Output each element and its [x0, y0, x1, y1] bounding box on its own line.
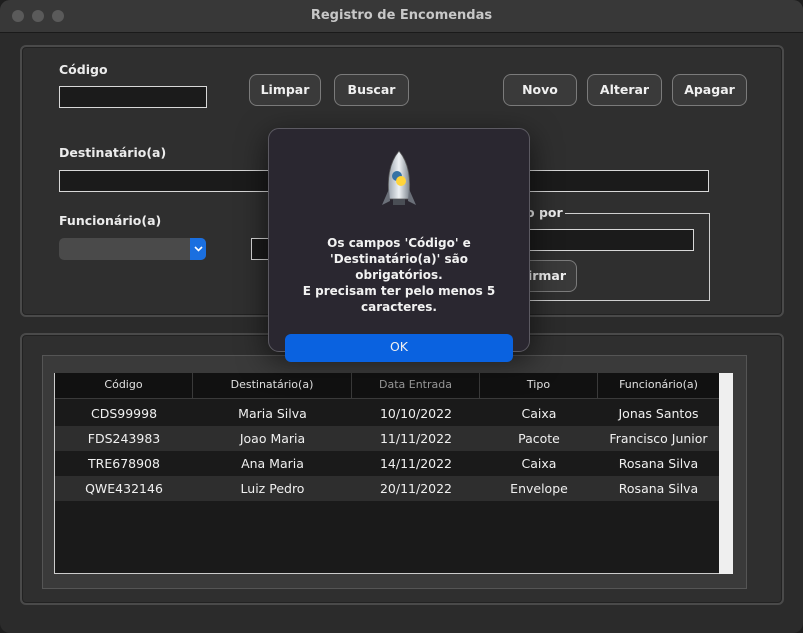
cell-funcionario: Jonas Santos — [618, 406, 699, 421]
alert-dialog: Os campos 'Código' e 'Destinatário(a)' s… — [268, 128, 530, 362]
table-row[interactable]: CDS99998 Maria Silva 10/10/2022 Caixa Jo… — [55, 401, 719, 426]
cell-destinatario: Luiz Pedro — [240, 481, 305, 496]
column-header-tipo[interactable]: Tipo — [480, 373, 598, 398]
cell-funcionario: Rosana Silva — [618, 481, 699, 496]
codigo-input[interactable] — [59, 86, 207, 108]
cell-destinatario: Ana Maria — [241, 456, 304, 471]
cell-destinatario: Maria Silva — [238, 406, 307, 421]
cell-codigo: FDS243983 — [87, 431, 161, 446]
cell-tipo: Pacote — [518, 431, 560, 446]
cell-data-entrada: 14/11/2022 — [379, 456, 453, 471]
buscar-button[interactable]: Buscar — [334, 74, 409, 106]
table-row[interactable]: QWE432146 Luiz Pedro 20/11/2022 Envelope… — [55, 476, 719, 501]
funcionario-select[interactable] — [59, 238, 206, 260]
limpar-button[interactable]: Limpar — [249, 74, 321, 106]
cell-codigo: CDS99998 — [90, 406, 158, 421]
cell-destinatario: Joao Maria — [239, 431, 306, 446]
dialog-message: Os campos 'Código' e 'Destinatário(a)' s… — [302, 236, 496, 314]
column-header-funcionario[interactable]: Funcionário(a) — [598, 373, 719, 398]
cell-data-entrada: 10/10/2022 — [379, 406, 453, 421]
destinatario-label: Destinatário(a) — [59, 145, 167, 160]
table-row[interactable]: TRE678908 Ana Maria 14/11/2022 Caixa Ros… — [55, 451, 719, 476]
app-window: Registro de Encomendas Código Limpar Bus… — [0, 0, 803, 633]
column-header-destinatario[interactable]: Destinatário(a) — [193, 373, 352, 398]
table-header: Código Destinatário(a) Data Entrada Tipo… — [55, 373, 719, 399]
table-container: Código Destinatário(a) Data Entrada Tipo… — [42, 355, 747, 589]
column-header-data-entrada[interactable]: Data Entrada — [352, 373, 480, 398]
funcionario-label: Funcionário(a) — [59, 213, 162, 228]
cell-funcionario: Francisco Junior — [609, 431, 708, 446]
ok-button[interactable]: OK — [285, 334, 513, 362]
apagar-button[interactable]: Apagar — [672, 74, 747, 106]
cell-tipo: Envelope — [510, 481, 568, 496]
cell-data-entrada: 20/11/2022 — [379, 481, 453, 496]
group-field-input[interactable] — [524, 229, 694, 251]
cell-funcionario: Rosana Silva — [618, 456, 699, 471]
cell-tipo: Caixa — [521, 406, 557, 421]
cell-codigo: TRE678908 — [88, 456, 160, 471]
window-title: Registro de Encomendas — [310, 8, 493, 23]
alterar-button[interactable]: Alterar — [587, 74, 662, 106]
cell-codigo: QWE432146 — [85, 481, 163, 496]
column-header-codigo[interactable]: Código — [55, 373, 193, 398]
encomendas-table[interactable]: Código Destinatário(a) Data Entrada Tipo… — [54, 373, 719, 574]
codigo-label: Código — [59, 62, 108, 77]
chevron-down-icon[interactable] — [190, 238, 206, 260]
cell-data-entrada: 11/11/2022 — [379, 431, 453, 446]
table-row[interactable]: FDS243983 Joao Maria 11/11/2022 Pacote F… — [55, 426, 719, 451]
novo-button[interactable]: Novo — [503, 74, 577, 106]
cell-tipo: Caixa — [521, 456, 557, 471]
python-rocket-icon — [379, 149, 419, 213]
title-bar: Registro de Encomendas — [0, 0, 803, 33]
vertical-scrollbar[interactable] — [719, 373, 733, 574]
group-title: o por — [524, 205, 565, 220]
